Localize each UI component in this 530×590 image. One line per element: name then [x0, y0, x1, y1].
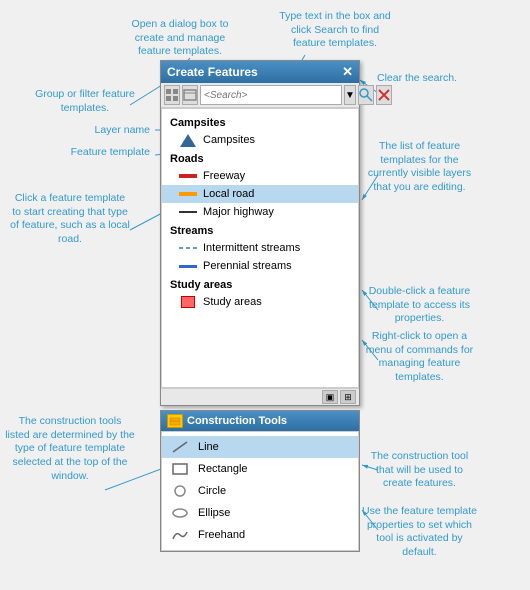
create-features-window: Create Features ✕ ▼ [160, 60, 360, 406]
layer-name-streams: Streams [162, 221, 358, 239]
highway-icon [178, 205, 198, 219]
feature-list-statusbar: ▣ ⊞ [161, 388, 359, 405]
annotation-construction-desc: The construction tools listed are determ… [5, 415, 135, 483]
intermittent-icon [178, 241, 198, 255]
localroad-icon [178, 187, 198, 201]
freeway-icon [178, 169, 198, 183]
tool-rectangle[interactable]: Rectangle [162, 458, 358, 480]
tool-ellipse-label: Ellipse [198, 507, 230, 519]
feature-item-studyareas[interactable]: Study areas [162, 293, 358, 311]
annotation-feature-template: Feature template [40, 146, 150, 160]
layer-name-studyareas: Study areas [162, 275, 358, 293]
annotation-layer-name: Layer name [55, 124, 150, 138]
panel-toolbar: ▼ [161, 83, 359, 108]
tool-rectangle-label: Rectangle [198, 463, 248, 475]
status-icon-2[interactable]: ⊞ [340, 390, 356, 404]
layer-name-roads: Roads [162, 149, 358, 167]
annotation-construction-tool: The construction tool that will be used … [362, 450, 477, 491]
feature-template-list: Campsites Campsites Roads Freeway Local … [161, 108, 359, 388]
perennial-icon [178, 259, 198, 273]
ellipse-tool-icon [170, 505, 190, 521]
annotation-open-dialog: Open a dialog box to create and manage f… [120, 18, 240, 59]
tool-circle[interactable]: Circle [162, 480, 358, 502]
feature-label-campsites: Campsites [203, 134, 255, 146]
create-features-panel: Create Features ✕ ▼ [160, 60, 360, 552]
feature-item-campsites[interactable]: Campsites [162, 131, 358, 149]
construction-tools-list: Line Rectangle Circle [161, 431, 359, 551]
annotation-search-tip: Type text in the box and click Search to… [275, 10, 395, 51]
status-icon-1[interactable]: ▣ [322, 390, 338, 404]
feature-label-intermittent: Intermittent streams [203, 242, 300, 254]
tool-freehand-label: Freehand [198, 529, 245, 541]
search-input[interactable] [200, 85, 342, 105]
feature-item-freeway[interactable]: Freeway [162, 167, 358, 185]
templates-manager-button[interactable] [182, 85, 198, 105]
circle-tool-icon [170, 483, 190, 499]
panel-title: Create Features [167, 65, 258, 79]
line-tool-icon [170, 439, 190, 455]
annotation-right-click: Right-click to open a menu of commands f… [362, 330, 477, 385]
tool-ellipse[interactable]: Ellipse [162, 502, 358, 524]
feature-item-intermittent[interactable]: Intermittent streams [162, 239, 358, 257]
annotation-feature-props: Use the feature template properties to s… [362, 505, 477, 560]
tool-line[interactable]: Line [162, 436, 358, 458]
feature-label-freeway: Freeway [203, 170, 245, 182]
tool-freehand[interactable]: Freehand [162, 524, 358, 546]
studyareas-icon [178, 295, 198, 309]
organize-templates-button[interactable] [164, 85, 180, 105]
freehand-tool-icon [170, 527, 190, 543]
annotation-group-filter: Group or filter feature templates. [35, 88, 135, 115]
clear-search-button[interactable] [376, 85, 392, 105]
tool-line-label: Line [198, 441, 219, 453]
construction-tools-panel: Construction Tools Line Rectangle [160, 410, 360, 552]
close-button[interactable]: ✕ [342, 64, 353, 80]
feature-item-localroad[interactable]: Local road [162, 185, 358, 203]
panel-title-bar: Create Features ✕ [161, 61, 359, 83]
annotation-double-click: Double-click a feature template to acces… [362, 285, 477, 326]
construction-tools-icon [167, 414, 183, 428]
feature-item-highway[interactable]: Major highway [162, 203, 358, 221]
feature-item-perennial[interactable]: Perennial streams [162, 257, 358, 275]
feature-label-highway: Major highway [203, 206, 274, 218]
rectangle-tool-icon [170, 461, 190, 477]
annotation-click-feature: Click a feature template to start creati… [10, 192, 130, 247]
annotation-clear-search: Clear the search. [362, 72, 472, 86]
feature-label-localroad: Local road [203, 188, 254, 200]
campsite-icon [178, 133, 198, 147]
construction-tools-title: Construction Tools [187, 415, 287, 427]
search-dropdown-button[interactable]: ▼ [344, 85, 356, 105]
annotation-feature-list: The list of feature templates for the cu… [362, 140, 477, 195]
layer-name-campsites: Campsites [162, 113, 358, 131]
construction-tools-titlebar: Construction Tools [161, 411, 359, 431]
tool-circle-label: Circle [198, 485, 226, 497]
feature-label-perennial: Perennial streams [203, 260, 292, 272]
feature-label-studyareas: Study areas [203, 296, 262, 308]
search-button[interactable] [358, 85, 374, 105]
